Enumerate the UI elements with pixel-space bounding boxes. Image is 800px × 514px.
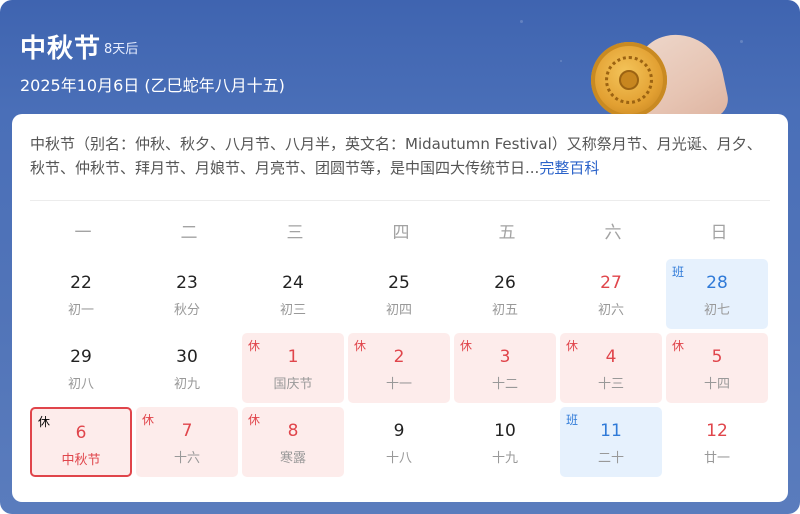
- lunar-date: 十九: [491, 451, 518, 466]
- calendar-day-cell[interactable]: 25 初四: [348, 259, 450, 329]
- day-number: 23: [176, 273, 198, 293]
- day-number: 9: [393, 421, 405, 441]
- calendar-week-row: 休 6 中秋节休 7 十六休 8 寒露 9 十八 10 十九班 11 二十 12 廿一: [30, 407, 774, 481]
- day-number: 30: [176, 347, 198, 367]
- calendar-day-cell[interactable]: 休 5 十四: [666, 333, 768, 403]
- festival-description: 中秋节（别名：仲秋、秋夕、八月节、八月半，英文名：Midautumn Festi…: [30, 132, 770, 180]
- lunar-date: 国庆节: [273, 377, 313, 392]
- day-number: 29: [70, 347, 92, 367]
- lunar-date: 初一: [67, 303, 94, 318]
- lunar-date: 初九: [173, 377, 200, 392]
- lunar-date: 十三: [597, 377, 624, 392]
- sparkle-decoration: [520, 20, 523, 23]
- weekday-label: 二: [180, 223, 198, 243]
- weekday-label: 五: [498, 223, 516, 243]
- weekday-label: 三: [286, 223, 304, 243]
- full-encyclopedia-link[interactable]: 完整百科: [539, 159, 599, 177]
- day-number: 1: [287, 347, 299, 367]
- lunar-date: 寒露: [279, 451, 306, 466]
- mooncake-illustration: [585, 26, 735, 132]
- calendar-day-cell[interactable]: 12 廿一: [666, 407, 768, 477]
- calendar-day-cell[interactable]: 30 初九: [136, 333, 238, 403]
- day-number: 24: [282, 273, 304, 293]
- calendar-week-row: 22 初一 23 秋分 24 初三 25 初四 26 初五 27 初六班 28 初七: [30, 259, 774, 333]
- lunar-date: 初四: [385, 303, 412, 318]
- calendar-day-cell[interactable]: 休 4 十三: [560, 333, 662, 403]
- mooncake-icon: [591, 42, 667, 118]
- calendar-day-cell[interactable]: 26 初五: [454, 259, 556, 329]
- day-number: 8: [287, 421, 299, 441]
- weekday-label: 日: [710, 223, 728, 243]
- lunar-date: 初五: [491, 303, 518, 318]
- lunar-date: 十六: [173, 451, 200, 466]
- day-number: 4: [605, 347, 617, 367]
- calendar-day-cell[interactable]: 29 初八: [30, 333, 132, 403]
- festival-date: 2025年10月6日 (乙巳蛇年八月十五): [20, 76, 285, 95]
- day-number: 27: [600, 273, 622, 293]
- sparkle-decoration: [560, 60, 562, 62]
- calendar-day-cell[interactable]: 休 7 十六: [136, 407, 238, 477]
- calendar-day-cell[interactable]: 22 初一: [30, 259, 132, 329]
- calendar-day-cell[interactable]: 休 6 中秋节: [30, 407, 132, 477]
- day-number: 10: [494, 421, 516, 441]
- lunar-date: 十四: [703, 377, 730, 392]
- day-number: 22: [70, 273, 92, 293]
- lunar-date: 初七: [703, 303, 730, 318]
- day-number: 26: [494, 273, 516, 293]
- calendar-day-cell[interactable]: 24 初三: [242, 259, 344, 329]
- lunar-date: 初八: [67, 377, 94, 392]
- day-number: 7: [181, 421, 193, 441]
- calendar-panel: 中秋节（别名：仲秋、秋夕、八月节、八月半，英文名：Midautumn Festi…: [12, 114, 788, 502]
- day-number: 11: [600, 421, 622, 441]
- calendar-day-cell[interactable]: 班 11 二十: [560, 407, 662, 477]
- lunar-date: 中秋节: [61, 453, 101, 468]
- lunar-date: 十二: [491, 377, 518, 392]
- weekday-label: 一: [74, 223, 92, 243]
- calendar-day-cell[interactable]: 27 初六: [560, 259, 662, 329]
- festival-card: 中秋节 8天后 2025年10月6日 (乙巳蛇年八月十五) 中秋节（别名：仲秋、…: [0, 0, 800, 514]
- calendar-day-cell[interactable]: 班 28 初七: [666, 259, 768, 329]
- lunar-date: 初三: [279, 303, 306, 318]
- day-number: 25: [388, 273, 410, 293]
- calendar-day-cell[interactable]: 9 十八: [348, 407, 450, 477]
- lunar-date: 廿一: [703, 451, 730, 466]
- countdown-label: 8天后: [104, 42, 139, 57]
- day-number: 6: [75, 423, 87, 443]
- description-text: 中秋节（别名：仲秋、秋夕、八月节、八月半，英文名：Midautumn Festi…: [30, 135, 762, 177]
- festival-title: 中秋节: [20, 34, 102, 64]
- day-number: 2: [393, 347, 405, 367]
- calendar-day-cell[interactable]: 休 1 国庆节: [242, 333, 344, 403]
- calendar-day-cell[interactable]: 休 2 十一: [348, 333, 450, 403]
- lunar-date: 十八: [385, 451, 412, 466]
- calendar-week-row: 29 初八 30 初九休 1 国庆节休 2 十一休 3 十二休 4 十三休 5 十四: [30, 333, 774, 407]
- calendar-day-cell[interactable]: 23 秋分: [136, 259, 238, 329]
- lunar-date: 秋分: [173, 303, 200, 318]
- divider: [30, 200, 770, 201]
- day-number: 12: [706, 421, 728, 441]
- calendar-day-cell[interactable]: 休 3 十二: [454, 333, 556, 403]
- day-number: 5: [711, 347, 723, 367]
- sparkle-decoration: [740, 40, 743, 43]
- weekday-label: 四: [392, 223, 410, 243]
- weekday-label: 六: [604, 223, 622, 243]
- calendar-day-cell[interactable]: 休 8 寒露: [242, 407, 344, 477]
- lunar-date: 二十: [597, 451, 624, 466]
- lunar-date: 初六: [597, 303, 624, 318]
- weekday-header: 一 二 三 四 五 六 日: [30, 218, 774, 244]
- day-number: 3: [499, 347, 511, 367]
- calendar-day-cell[interactable]: 10 十九: [454, 407, 556, 477]
- day-number: 28: [706, 273, 728, 293]
- calendar-grid: 22 初一 23 秋分 24 初三 25 初四 26 初五 27 初六班 28 初七 29 初八 30 初九休 1 国…: [30, 259, 774, 481]
- lunar-date: 十一: [385, 377, 412, 392]
